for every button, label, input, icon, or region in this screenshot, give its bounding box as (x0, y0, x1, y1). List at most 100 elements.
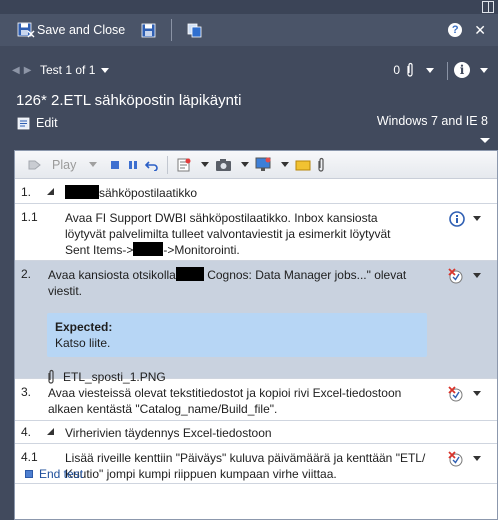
step-number: 3. (21, 385, 32, 399)
step-number: 1.1 (21, 210, 38, 224)
paperclip-icon (407, 62, 413, 77)
command-bar: Save and Close ? ✕ (0, 14, 498, 46)
step-text: Virherivien täydennys Excel-tiedostoon (65, 426, 272, 440)
camera-icon (216, 158, 232, 171)
test-position-label: Test 1 of 1 (40, 63, 96, 77)
step-row-1-1[interactable]: 1.1 Avaa FI Support DWBI sähköpostilaati… (15, 204, 497, 261)
stop-icon (111, 160, 120, 169)
attachments-dropdown[interactable]: 0 (393, 62, 434, 78)
step-status-fail-icon[interactable] (447, 386, 465, 405)
chevron-down-icon (480, 67, 488, 73)
undo-icon (145, 160, 159, 171)
end-test-icon (25, 470, 33, 478)
play-button[interactable]: Play (27, 155, 98, 175)
redacted-block (133, 242, 164, 256)
undo-button[interactable] (145, 155, 159, 175)
step-text: Avaa FI Support DWBI sähköpostilaatikko.… (65, 210, 415, 258)
step-row-2[interactable]: 2. Avaa kansiosta otsikolla Cognos: Data… (15, 261, 497, 384)
save-and-close-button[interactable]: Save and Close (14, 18, 128, 42)
attachment-count: 0 (393, 63, 400, 77)
save-and-close-label: Save and Close (37, 23, 126, 37)
system-info-button[interactable] (255, 155, 290, 175)
step-status-info-icon[interactable] (449, 211, 465, 230)
test-outcome-dropdown[interactable]: i (454, 62, 488, 78)
screenshot-button[interactable] (215, 155, 250, 175)
step-text: Lisää riveille kenttiin "Päiväys" kuluva… (65, 451, 426, 481)
attach-file-button[interactable] (317, 155, 325, 175)
monitor-icon (255, 157, 271, 171)
floppy-disk-icon (141, 23, 156, 37)
chevron-down-icon[interactable] (473, 216, 481, 221)
expected-result-box: Expected: Katso liite. (47, 313, 427, 357)
step-row-4[interactable]: 4. Virherivien täydennys Excel-tiedostoo… (15, 421, 497, 444)
edit-icon (17, 117, 30, 129)
step-number: 2. (21, 267, 32, 281)
test-position-dropdown[interactable]: Test 1 of 1 (40, 63, 110, 77)
step-text-part: ->Monitorointi. (163, 243, 240, 257)
test-steps-panel: Play 1. sähköpostilaatikko 1.1 Avaa FI S… (14, 150, 498, 520)
help-icon[interactable]: ? (448, 23, 463, 37)
create-bug-button[interactable] (176, 155, 210, 175)
save-close-icon (17, 22, 35, 38)
collapse-chevron-icon[interactable] (480, 138, 490, 143)
prev-next-arrows[interactable]: ◀▶ (12, 65, 35, 76)
step-status-fail-icon[interactable] (447, 268, 465, 287)
test-navigation: ◀▶ Test 1 of 1 0 i (0, 56, 498, 84)
pause-button[interactable] (127, 155, 139, 175)
step-text-part: Avaa kansiosta otsikolla (48, 268, 176, 282)
info-icon: i (454, 62, 470, 78)
step-number: 4. (21, 425, 32, 439)
step-row-1[interactable]: 1. sähköpostilaatikko (15, 179, 497, 204)
test-steps-list: 1. sähköpostilaatikko 1.1 Avaa FI Suppor… (15, 179, 497, 484)
paperclip-icon (318, 157, 324, 172)
toolbar-separator (167, 155, 169, 174)
expand-triangle-icon[interactable] (47, 428, 54, 435)
edit-label: Edit (36, 116, 58, 130)
step-text: Avaa viesteissä olevat tekstitiedostot j… (48, 386, 402, 416)
step-text: Avaa kansiosta otsikolla Cognos: Data Ma… (48, 267, 433, 299)
test-case-title: 126* 2.ETL sähköpostin läpikäynti (16, 92, 242, 109)
chevron-down-icon[interactable] (473, 273, 481, 278)
expected-text: Katso liite. (55, 336, 111, 350)
chevron-down-icon (426, 67, 434, 73)
chevron-down-icon (241, 162, 250, 167)
copy-icon (187, 23, 202, 37)
test-runner-pane: ◀▶ Test 1 of 1 0 i 126* 2.ETL sähköposti… (0, 46, 498, 520)
chevron-down-icon (201, 162, 210, 167)
window-restore-icon[interactable] (482, 1, 494, 13)
steps-toolbar: Play (15, 151, 497, 179)
save-button[interactable] (138, 18, 159, 42)
configuration-label: Windows 7 and IE 8 (376, 114, 488, 128)
title-strip (0, 0, 498, 14)
step-text: sähköpostilaatikko (65, 185, 445, 201)
end-test-label: End test (39, 467, 84, 481)
step-row-3[interactable]: 3. Avaa viesteissä olevat tekstitiedosto… (15, 379, 497, 421)
chevron-down-icon (281, 162, 290, 167)
step-text-after: sähköpostilaatikko (99, 186, 198, 200)
bug-report-icon (177, 158, 191, 171)
step-status-fail-icon[interactable] (447, 451, 465, 470)
note-icon (295, 160, 311, 170)
close-icon[interactable]: ✕ (474, 22, 486, 39)
expected-title: Expected: (55, 320, 113, 334)
nav-separator (447, 62, 448, 80)
step-number: 4.1 (21, 450, 38, 464)
expand-triangle-icon[interactable] (47, 188, 54, 195)
edit-link[interactable]: Edit (17, 116, 58, 130)
stop-button[interactable] (109, 155, 121, 175)
play-label: Play (52, 157, 77, 172)
redacted-block (175, 267, 204, 281)
step-number: 1. (21, 185, 32, 199)
chevron-down-icon (101, 68, 110, 74)
chevron-down-icon[interactable] (473, 456, 481, 461)
play-icon (28, 160, 41, 169)
end-test-link[interactable]: End test (25, 467, 83, 481)
step-row-4-1[interactable]: 4.1 Lisää riveille kenttiin "Päiväys" ku… (15, 444, 497, 484)
command-separator (171, 19, 173, 41)
chevron-down-icon (89, 162, 98, 167)
chevron-down-icon[interactable] (473, 391, 481, 396)
copy-button[interactable] (184, 18, 206, 42)
redacted-block (65, 185, 99, 199)
add-comment-button[interactable] (295, 155, 311, 175)
pause-icon (129, 160, 138, 169)
